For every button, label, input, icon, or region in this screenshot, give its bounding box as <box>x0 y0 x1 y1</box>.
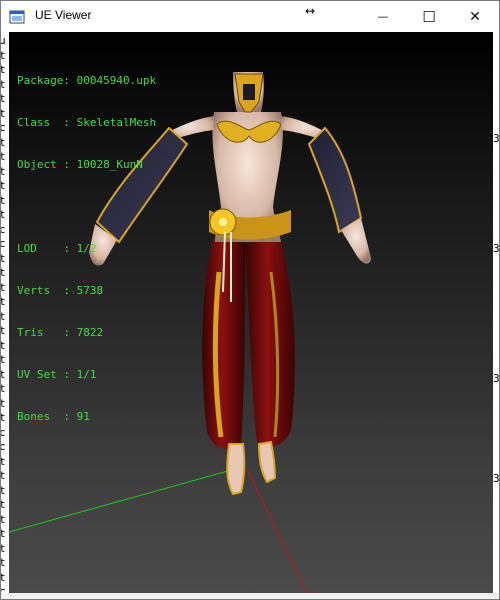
console-glyph: t <box>1 295 6 308</box>
console-glyph: t <box>1 498 6 511</box>
console-glyph: 3 <box>493 472 500 485</box>
console-glyph: t <box>1 382 6 395</box>
console-glyph: t <box>1 281 6 294</box>
console-glyph: t <box>1 266 6 279</box>
3d-viewport[interactable]: Package: 00045940.upk Class : SkeletalMe… <box>9 32 493 593</box>
console-glyph: t <box>1 542 6 555</box>
background-console-right: 33333 <box>493 32 500 599</box>
close-icon: ✕ <box>469 8 481 25</box>
right-sleeve <box>307 126 363 234</box>
console-glyph: t <box>1 397 6 410</box>
bones-label: Bones : 91 <box>17 410 90 423</box>
console-glyph: c <box>1 426 6 439</box>
console-glyph: t <box>1 63 6 76</box>
console-glyph: t <box>1 469 6 482</box>
console-glyph: 3 <box>493 242 500 255</box>
console-glyph: t <box>1 208 6 221</box>
console-glyph: t <box>1 353 6 366</box>
console-glyph: t <box>1 339 6 352</box>
console-glyph: t <box>1 150 6 163</box>
app-icon <box>9 10 25 24</box>
maximize-icon: ☐ <box>422 7 436 26</box>
console-glyph: t <box>1 194 6 207</box>
console-glyph: t <box>1 107 6 120</box>
console-glyph: t <box>1 179 6 192</box>
window-title: UE Viewer <box>35 8 92 22</box>
tris-label: Tris : 7822 <box>17 326 104 339</box>
lod-label: LOD : 1/2 <box>17 242 97 255</box>
console-glyph: c <box>1 440 6 453</box>
console-glyph: t <box>1 324 6 337</box>
console-glyph: t <box>1 527 6 540</box>
right-pant-leg <box>245 237 295 447</box>
console-glyph: t <box>1 252 6 265</box>
console-glyph: t <box>1 78 6 91</box>
console-glyph: 3 <box>493 132 500 145</box>
console-glyph: t <box>1 49 6 62</box>
package-label: Package: 00045940.upk <box>17 74 157 87</box>
minimize-icon: — <box>377 10 389 23</box>
mesh-info-overlay: Package: 00045940.upk Class : SkeletalMe… <box>17 46 156 452</box>
console-glyph: c <box>1 223 6 236</box>
console-glyph: c <box>1 121 6 134</box>
left-foot <box>226 443 246 496</box>
console-glyph: t <box>1 368 6 381</box>
object-label: Object : 10028_KunN <box>17 158 143 171</box>
console-glyph: u <box>1 34 6 47</box>
app-window: UE Viewer ↔ — ☐ ✕ utttttcttttttccttttttt… <box>0 0 500 600</box>
console-glyph: t <box>1 556 6 569</box>
console-glyph: t <box>1 411 6 424</box>
console-glyph: t <box>1 455 6 468</box>
right-foot <box>257 440 277 484</box>
verts-label: Verts : 5738 <box>17 284 104 297</box>
uvset-label: UV Set : 1/1 <box>17 368 97 381</box>
class-label: Class : SkeletalMesh <box>17 116 157 129</box>
minimize-button[interactable]: — <box>360 1 406 32</box>
console-glyph: t <box>1 513 6 526</box>
console-glyph: t <box>1 165 6 178</box>
console-glyph: t <box>1 571 6 584</box>
close-button[interactable]: ✕ <box>452 1 498 32</box>
axis-x-line <box>246 468 308 593</box>
console-glyph: c <box>1 237 6 250</box>
title-bar[interactable]: UE Viewer ↔ — ☐ ✕ <box>1 1 499 32</box>
console-glyph: t <box>1 92 6 105</box>
console-glyph: t <box>1 484 6 497</box>
resize-cursor-icon: ↔ <box>305 4 316 18</box>
maximize-button[interactable]: ☐ <box>406 1 452 32</box>
background-console-left: utttttcttttttccttttttttttttcctttttttttc <box>1 32 9 599</box>
console-glyph: t <box>1 136 6 149</box>
console-glyph: 3 <box>493 372 500 385</box>
window-bottom-border <box>1 593 499 599</box>
console-glyph: t <box>1 310 6 323</box>
axis-y-line <box>9 468 236 533</box>
